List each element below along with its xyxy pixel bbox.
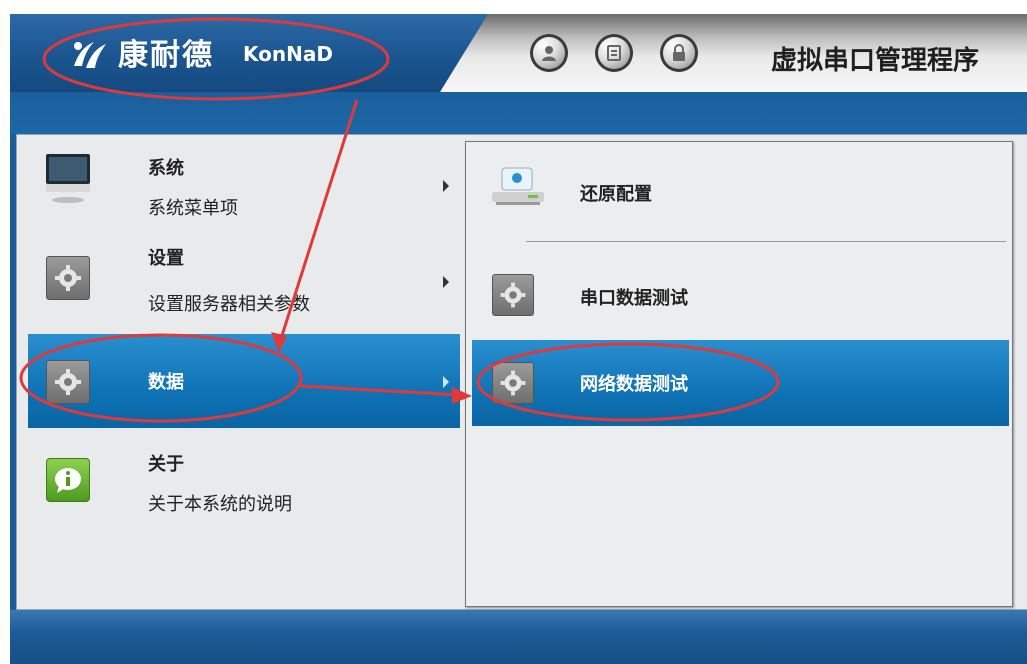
app-title: 虚拟串口管理程序 [771,46,980,76]
menu-item-system[interactable]: 系统 系统菜单项 [28,136,460,226]
submenu-item-network-test[interactable]: 网络数据测试 [472,340,1009,426]
menu-item-title: 设置 [148,248,184,269]
user-icon[interactable] [530,34,568,72]
top-strip [10,92,1027,134]
menu-item-subtitle: 关于本系统的说明 [148,494,292,515]
bottom-status-strip [10,610,1027,664]
submenu-item-label: 网络数据测试 [580,374,688,395]
gear-icon [492,274,534,316]
app-window: 康耐德 KonNaD 虚拟串口管理程序 系统 系统菜单项 设置 设置服务器相关参… [10,14,1027,664]
konnad-logo-icon [74,42,106,68]
menu-item-data[interactable]: 数据 [28,334,460,428]
menu-item-title: 系统 [148,158,184,179]
submenu-item-serial-test[interactable]: 串口数据测试 [472,252,1009,338]
chevron-right-icon [443,376,449,388]
menu-item-settings[interactable]: 设置 设置服务器相关参数 [28,230,460,330]
lock-icon[interactable] [660,34,698,72]
gear-icon [46,256,90,300]
submenu-item-label: 串口数据测试 [580,288,688,309]
brand-area: 康耐德 KonNaD [10,14,440,92]
menu-item-title: 关于 [148,454,184,475]
submenu-item-restore-config[interactable]: 还原配置 [472,148,1009,234]
menu-item-title: 数据 [148,372,184,393]
chevron-right-icon [443,276,449,288]
title-bar: 康耐德 KonNaD 虚拟串口管理程序 [10,14,1027,92]
info-icon [46,458,90,502]
brand-name-cn: 康耐德 [118,38,214,73]
menu-item-subtitle: 系统菜单项 [148,198,238,219]
brand-name-en: KonNaD [243,42,333,66]
menu-item-subtitle: 设置服务器相关参数 [148,294,310,315]
menu-item-about[interactable]: 关于 关于本系统的说明 [28,432,460,542]
gear-icon [492,362,534,404]
screenshot-frame: 康耐德 KonNaD 虚拟串口管理程序 系统 系统菜单项 设置 设置服务器相关参… [0,0,1027,664]
gear-icon [46,360,90,404]
calculator-icon[interactable] [595,34,633,72]
submenu-panel: 还原配置 串口数据测试 网络数据测试 [465,141,1013,607]
chevron-right-icon [443,180,449,192]
monitor-icon [46,154,90,203]
submenu-separator [526,241,1006,242]
submenu-item-label: 还原配置 [580,184,652,205]
drive-icon [492,167,544,205]
